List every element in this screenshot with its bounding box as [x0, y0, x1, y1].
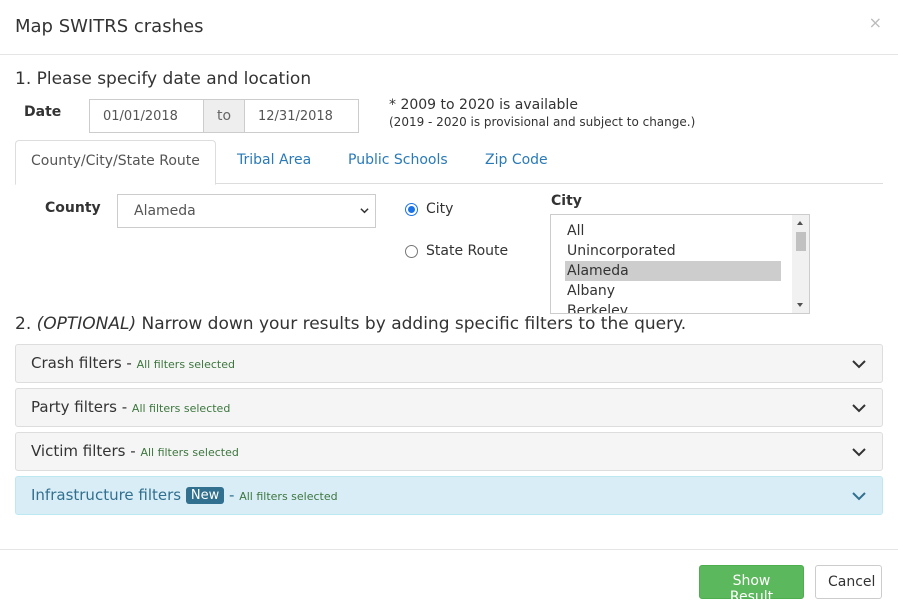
- victim-filters-panel[interactable]: Victim filters - All filters selected: [15, 432, 883, 471]
- panel-heading: Party filters - All filters selected: [31, 398, 230, 416]
- city-label: City: [551, 193, 582, 209]
- separator: -: [116, 398, 132, 416]
- show-result-button[interactable]: Show Result: [699, 565, 804, 605]
- new-badge: New: [185, 487, 225, 504]
- start-date-input[interactable]: [89, 99, 204, 133]
- availability-subnote: (2019 - 2020 is provisional and subject …: [389, 115, 696, 129]
- end-date-input[interactable]: [244, 99, 359, 133]
- step2-text: Narrow down your results by adding speci…: [136, 314, 687, 334]
- county-label: County: [45, 200, 101, 216]
- chevron-down-icon: [852, 492, 866, 501]
- tab-tribal-area[interactable]: Tribal Area: [222, 140, 326, 184]
- radio-state-route-option[interactable]: State Route: [405, 243, 508, 259]
- tab-zip-code[interactable]: Zip Code: [470, 140, 563, 184]
- panel-heading: Crash filters - All filters selected: [31, 354, 235, 372]
- tab-public-schools[interactable]: Public Schools: [333, 140, 463, 184]
- cancel-button[interactable]: Cancel: [815, 565, 882, 599]
- step2-optional: (OPTIONAL): [36, 314, 137, 334]
- city-option[interactable]: Berkeley: [565, 301, 781, 313]
- separator: -: [121, 354, 137, 372]
- tab-county-city-state-route[interactable]: County/City/State Route: [15, 140, 216, 185]
- victim-filters-title: Victim filters: [31, 442, 126, 460]
- victim-filters-status: All filters selected: [140, 446, 239, 459]
- city-option-selected[interactable]: Alameda: [565, 261, 781, 281]
- panel-heading: Infrastructure filters New - All filters…: [31, 486, 338, 504]
- date-to-addon: to: [204, 99, 244, 133]
- city-option[interactable]: Unincorporated: [565, 241, 781, 261]
- crash-filters-panel[interactable]: Crash filters - All filters selected: [15, 344, 883, 383]
- modal-title: Map SWITRS crashes: [15, 16, 204, 37]
- city-list-scrollbar[interactable]: [792, 215, 809, 313]
- crash-filters-status: All filters selected: [136, 358, 235, 371]
- radio-city[interactable]: [405, 202, 418, 216]
- county-select-value: Alameda: [134, 203, 196, 219]
- chevron-down-icon: [360, 208, 369, 214]
- scroll-thumb[interactable]: [796, 232, 806, 251]
- party-filters-panel[interactable]: Party filters - All filters selected: [15, 388, 883, 427]
- step1-heading: 1. Please specify date and location: [15, 69, 312, 89]
- radio-city-option[interactable]: City: [405, 201, 453, 217]
- radio-state-route-label: State Route: [426, 243, 509, 259]
- crash-filters-title: Crash filters: [31, 354, 122, 372]
- chevron-down-icon: [852, 404, 866, 413]
- modal-header: Map SWITRS crashes ×: [0, 0, 898, 55]
- location-tabs: County/City/State Route Tribal Area Publ…: [15, 140, 883, 185]
- county-select[interactable]: Alameda: [117, 194, 376, 228]
- chevron-down-icon: [852, 448, 866, 457]
- city-option[interactable]: Albany: [565, 281, 781, 301]
- party-filters-title: Party filters: [31, 398, 117, 416]
- city-option[interactable]: All: [565, 221, 781, 241]
- date-label: Date: [24, 104, 62, 120]
- infrastructure-filters-status: All filters selected: [239, 490, 338, 503]
- date-range-group: to: [89, 99, 359, 133]
- party-filters-status: All filters selected: [131, 402, 231, 415]
- step2-heading: 2. (OPTIONAL) Narrow down your results b…: [15, 314, 686, 334]
- radio-state-route[interactable]: [405, 244, 418, 258]
- footer-divider: [0, 549, 898, 550]
- infrastructure-filters-title: Infrastructure filters: [31, 486, 182, 504]
- separator: -: [125, 442, 141, 460]
- infrastructure-filters-panel[interactable]: Infrastructure filters New - All filters…: [15, 476, 883, 515]
- panel-heading: Victim filters - All filters selected: [31, 442, 239, 460]
- scroll-down-arrow-icon[interactable]: [797, 303, 803, 307]
- availability-note: * 2009 to 2020 is available: [389, 97, 578, 113]
- close-icon[interactable]: ×: [869, 13, 882, 32]
- city-listbox[interactable]: All Unincorporated Alameda Albany Berkel…: [550, 214, 810, 314]
- step2-prefix: 2.: [15, 314, 37, 334]
- chevron-down-icon: [852, 360, 866, 369]
- scroll-up-arrow-icon[interactable]: [797, 221, 803, 225]
- radio-city-label: City: [426, 201, 454, 217]
- separator: -: [224, 486, 240, 504]
